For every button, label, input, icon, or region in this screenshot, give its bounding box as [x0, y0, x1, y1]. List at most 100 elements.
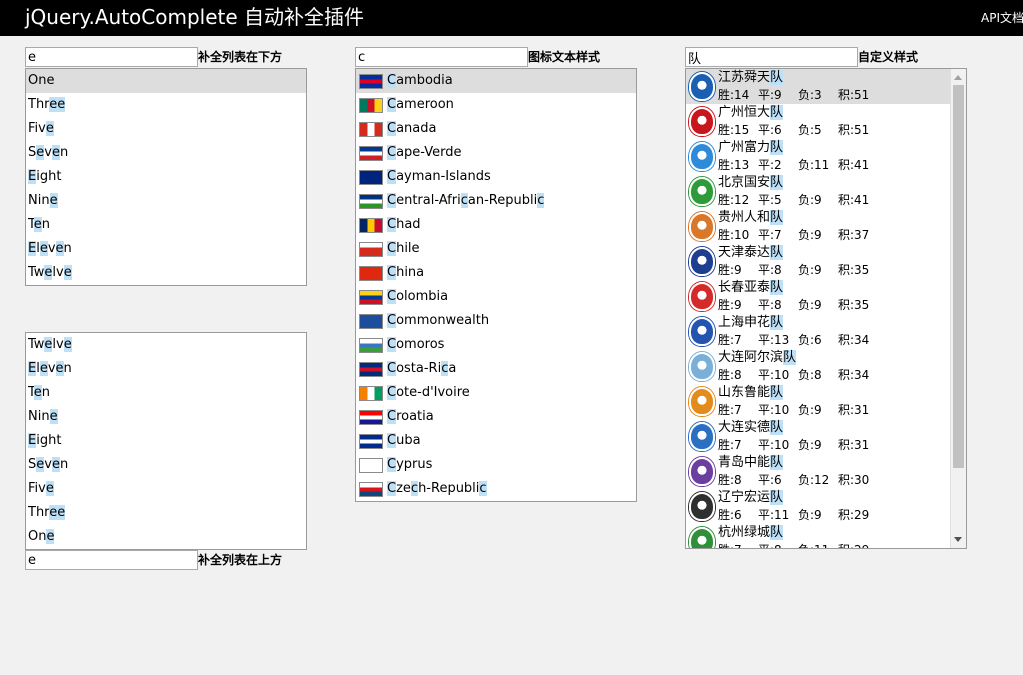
- demo1-suggestion-item[interactable]: Ten: [26, 213, 306, 237]
- team-stats: 胜:7 平:10 负:9 积:31: [718, 403, 870, 417]
- team-badge-icon: [689, 282, 715, 311]
- demo3-text-part: olombia: [396, 289, 449, 304]
- demo2-text-part: v: [47, 361, 56, 376]
- demo3-suggestion-item[interactable]: Cote-d'Ivoire: [356, 381, 636, 405]
- team-stats: 胜:15 平:6 负:5 积:51: [718, 123, 870, 137]
- demo4-team-item[interactable]: 长春亚泰队 胜:9 平:8 负:9 积:35: [686, 279, 950, 314]
- demo3-suggestion-item[interactable]: Central-African-Republic: [356, 189, 636, 213]
- demo1-suggestion-item[interactable]: Five: [26, 117, 306, 141]
- demo3-suggestion-item[interactable]: Cyprus: [356, 453, 636, 477]
- demo3-suggestion-item[interactable]: Czech-Republic: [356, 477, 636, 501]
- demo1-suggestion-item[interactable]: Three: [26, 93, 306, 117]
- demo2-search-input[interactable]: [25, 550, 198, 570]
- demo2-suggestion-item[interactable]: Seven: [26, 453, 306, 477]
- demo3-suggestion-item[interactable]: Chad: [356, 213, 636, 237]
- app-title: jQuery.AutoComplete 自动补全插件: [25, 5, 365, 29]
- scroll-up-arrow-icon[interactable]: [954, 75, 962, 80]
- demo4-team-item[interactable]: 上海申花队 胜:7 平:13 负:6 积:34: [686, 314, 950, 349]
- demo3-text-part: C: [387, 145, 397, 160]
- demo1-text-part: e: [51, 145, 60, 160]
- demo2-suggestion-item[interactable]: Eight: [26, 429, 306, 453]
- demo3-text-part: C: [387, 433, 397, 448]
- demo3-suggestion-item[interactable]: Costa-Rica: [356, 357, 636, 381]
- scroll-down-arrow-icon[interactable]: [954, 537, 962, 542]
- demo3-text-part: an-Republi: [467, 193, 538, 208]
- team-stats: 胜:9 平:8 负:9 积:35: [718, 263, 870, 277]
- demo1-suggestion-item[interactable]: Seven: [26, 141, 306, 165]
- demo3-suggestion-item[interactable]: Cameroon: [356, 93, 636, 117]
- demo1-search-input[interactable]: [25, 47, 198, 67]
- team-name: 山东鲁能队: [718, 385, 784, 400]
- demo4-search-input[interactable]: [685, 47, 858, 67]
- demo3-text-part: hina: [396, 265, 425, 280]
- demo4-team-item[interactable]: 辽宁宏运队胜:6 平:11 负:9 积:29: [686, 489, 950, 524]
- demo4-team-item[interactable]: 大连实德队 胜:7 平:10 负:9 积:31: [686, 419, 950, 454]
- flag-icon: [359, 194, 383, 209]
- demo2-suggestion-item[interactable]: Ten: [26, 381, 306, 405]
- demo4-team-item[interactable]: 大连阿尔滨队 胜:8 平:10 负:8 积:34: [686, 349, 950, 384]
- team-stats: 胜:10 平:7 负:9 积:37: [718, 228, 870, 242]
- demo3-suggestion-item[interactable]: Croatia: [356, 405, 636, 429]
- demo2-text-part: e: [51, 457, 60, 472]
- scroll-thumb[interactable]: [953, 85, 964, 468]
- demo4-team-item[interactable]: 江苏舜天队 胜:14 平:9 负:3 积:51: [686, 69, 950, 104]
- team-badge-icon: [689, 107, 715, 136]
- demo3-suggestion-item[interactable]: Cayman-Islands: [356, 165, 636, 189]
- demo1-suggestion-item[interactable]: Nine: [26, 189, 306, 213]
- demo4-team-item[interactable]: 广州恒大队 胜:15 平:6 负:5 积:51: [686, 104, 950, 139]
- demo2-suggestion-item[interactable]: Three: [26, 501, 306, 525]
- team-stats: 胜:8 平:6 负:12 积:30: [718, 473, 870, 487]
- demo3-suggestion-item[interactable]: Commonwealth: [356, 309, 636, 333]
- demo3-suggestion-item[interactable]: Colombia: [356, 285, 636, 309]
- demo2-suggestion-item[interactable]: Nine: [26, 405, 306, 429]
- team-name: 大连实德队: [718, 420, 784, 435]
- demo3-suggestion-item[interactable]: Cape-Verde: [356, 141, 636, 165]
- demo1-text-part: Thr: [28, 97, 50, 112]
- demo1-suggestion-item[interactable]: Eight: [26, 165, 306, 189]
- demo3-suggestion-item[interactable]: Comoros: [356, 333, 636, 357]
- demo1-suggestion-item[interactable]: Twelve: [26, 261, 306, 285]
- demo1-suggestion-item[interactable]: Eleven: [26, 237, 306, 261]
- demo4-team-item[interactable]: 天津泰达队 胜:9 平:8 负:9 积:35: [686, 244, 950, 279]
- demo1-text-part: v: [44, 145, 52, 160]
- demo2-text-part: e: [46, 529, 55, 544]
- demo2-text-part: e: [45, 481, 54, 496]
- demo4-scrollbar[interactable]: [950, 69, 966, 548]
- demo2-text-part: lv: [52, 337, 64, 352]
- demo1-suggestion-item[interactable]: One: [26, 69, 306, 93]
- demo3-label: 图标文本样式: [528, 50, 601, 64]
- api-docs-link[interactable]: API文档: [981, 9, 1023, 26]
- demo3-text-part: a: [448, 361, 457, 376]
- demo1-text-part: n: [63, 241, 72, 256]
- demo4-team-item[interactable]: 北京国安队 胜:12 平:5 负:9 积:41: [686, 174, 950, 209]
- demo2-text-part: e: [49, 409, 58, 424]
- demo3-text-part: C: [387, 73, 397, 88]
- demo2-suggestion-item[interactable]: Eleven: [26, 357, 306, 381]
- demo4-team-item[interactable]: 青岛中能队 胜:8 平:6 负:12 积:30: [686, 454, 950, 489]
- demo3-suggestion-item[interactable]: Canada: [356, 117, 636, 141]
- demo3-suggestion-item[interactable]: Cambodia: [356, 69, 636, 93]
- demo3-search-input[interactable]: [355, 47, 528, 67]
- demo3-text-part: yprus: [396, 457, 433, 472]
- demo2-suggestion-item[interactable]: Twelve: [26, 333, 306, 357]
- team-name: 辽宁宏运队: [718, 490, 784, 505]
- team-stats: 胜:6 平:11 负:9 积:29: [718, 508, 870, 522]
- demo2-suggestion-item[interactable]: One: [26, 525, 306, 549]
- demo4-team-item[interactable]: 杭州绿城队胜:7平:8负:11积:29: [686, 524, 950, 548]
- demo4-team-item[interactable]: 广州富力队 胜:13 平:2 负:11 积:41: [686, 139, 950, 174]
- team-name: 大连阿尔滨队: [718, 350, 797, 365]
- flag-icon: [359, 122, 383, 137]
- team-stats: 胜:9 平:8 负:9 积:35: [718, 298, 870, 312]
- demo2-suggestion-item[interactable]: Five: [26, 477, 306, 501]
- demo1-text-part: Fiv: [28, 121, 46, 136]
- demo4-team-item[interactable]: 贵州人和队 胜:10 平:7 负:9 积:37: [686, 209, 950, 244]
- flag-icon: [359, 362, 383, 377]
- demo3-suggestion-item[interactable]: China: [356, 261, 636, 285]
- demo3-suggestion-item[interactable]: Cuba: [356, 429, 636, 453]
- demo4-team-item[interactable]: 山东鲁能队胜:7 平:10 负:9 积:31: [686, 384, 950, 419]
- demo3-suggestion-item[interactable]: Chile: [356, 237, 636, 261]
- demo2-text-part: v: [44, 457, 52, 472]
- demo3-text-part: c: [460, 193, 468, 208]
- demo2-text-part: Nin: [28, 409, 50, 424]
- team-stats: 胜:13 平:2 负:11 积:41: [718, 158, 870, 172]
